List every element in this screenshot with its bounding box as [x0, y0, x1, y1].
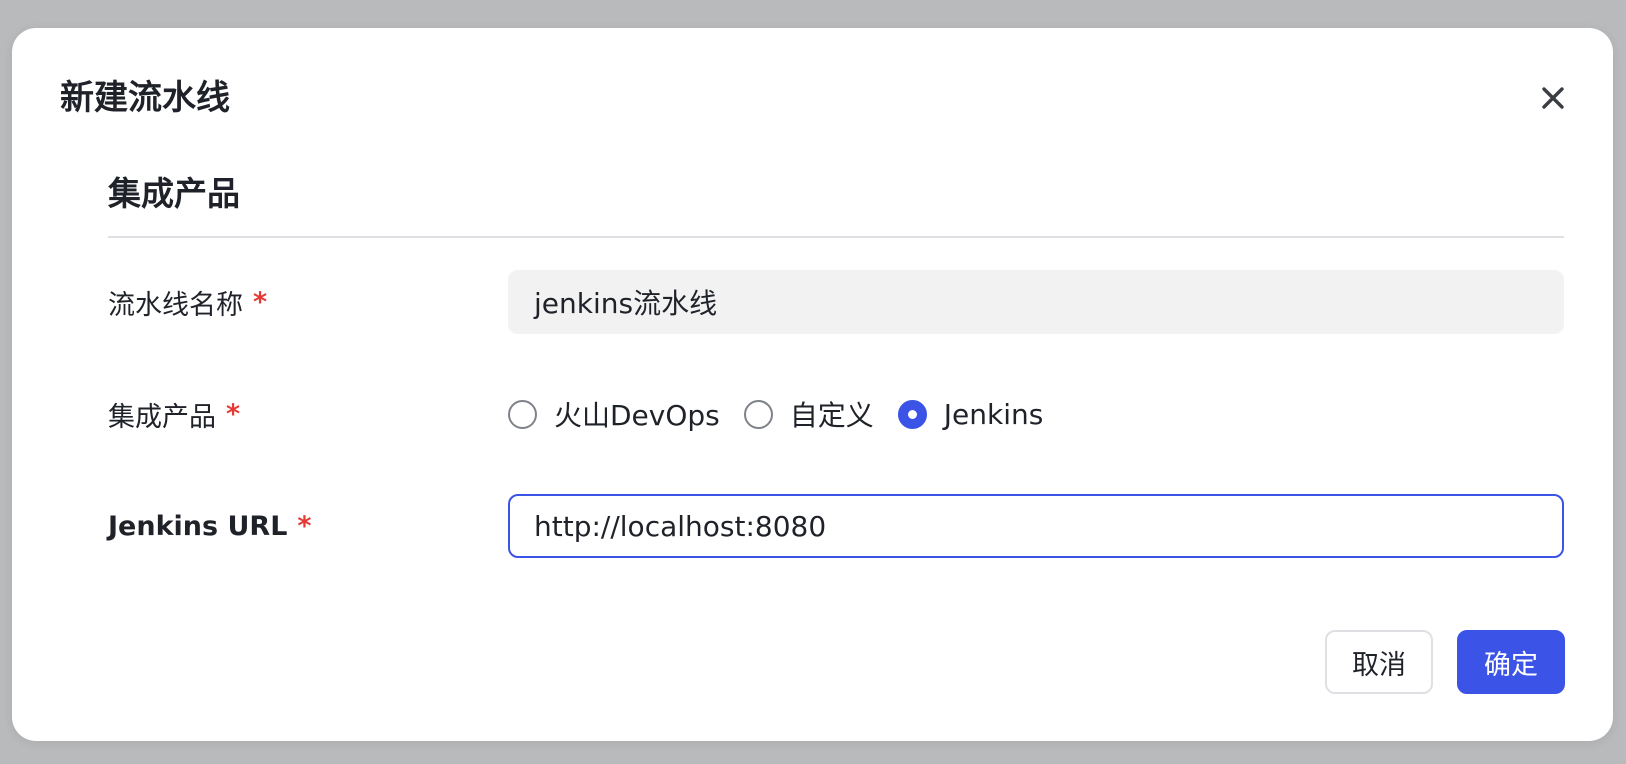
pipeline-name-label-text: 流水线名称	[108, 289, 243, 321]
dialog-title: 新建流水线	[60, 78, 230, 118]
radio-label: Jenkins	[943, 397, 1044, 431]
radio-label: 火山DevOps	[554, 399, 720, 432]
integration-product-radio-group: 火山DevOps 自定义 Jenkins	[508, 382, 1067, 446]
pipeline-name-input[interactable]: jenkins流水线	[508, 270, 1564, 334]
section-title: 集成产品	[108, 174, 240, 213]
radio-option-jenkins[interactable]: Jenkins	[897, 397, 1044, 431]
radio-circle-icon	[743, 399, 773, 429]
radio-label: 自定义	[789, 399, 874, 432]
required-mark: *	[253, 286, 268, 318]
close-button[interactable]	[1535, 80, 1571, 116]
radio-option-volcano-devops[interactable]: 火山DevOps	[508, 394, 720, 434]
dialog-footer: 取消 确定	[1325, 630, 1565, 694]
cancel-button[interactable]: 取消	[1325, 630, 1433, 694]
section-divider	[108, 236, 1564, 238]
radio-circle-icon	[508, 399, 537, 429]
jenkins-url-row: Jenkins URL * http://localhost:8080	[108, 494, 1564, 558]
integration-product-label-text: 集成产品	[108, 401, 216, 433]
pipeline-name-label: 流水线名称 *	[108, 270, 267, 334]
pipeline-name-row: 流水线名称 * jenkins流水线	[108, 270, 1564, 334]
jenkins-url-label-text: Jenkins URL	[108, 510, 288, 542]
jenkins-url-label: Jenkins URL *	[108, 494, 312, 558]
jenkins-url-value: http://localhost:8080	[534, 509, 827, 543]
confirm-button[interactable]: 确定	[1457, 630, 1565, 694]
new-pipeline-dialog: 新建流水线 集成产品 流水线名称 * jenkins流水线 集成产品 * 火山D…	[12, 28, 1613, 741]
required-mark: *	[226, 398, 241, 430]
integration-product-row: 集成产品 * 火山DevOps 自定义 Jenkins	[108, 382, 1564, 446]
pipeline-name-value: jenkins流水线	[534, 287, 718, 320]
radio-option-custom[interactable]: 自定义	[743, 394, 874, 434]
radio-checked-icon	[897, 399, 927, 429]
required-mark: *	[297, 510, 312, 542]
integration-product-label: 集成产品 *	[108, 382, 240, 446]
close-icon	[1542, 87, 1564, 109]
jenkins-url-input[interactable]: http://localhost:8080	[508, 494, 1564, 558]
